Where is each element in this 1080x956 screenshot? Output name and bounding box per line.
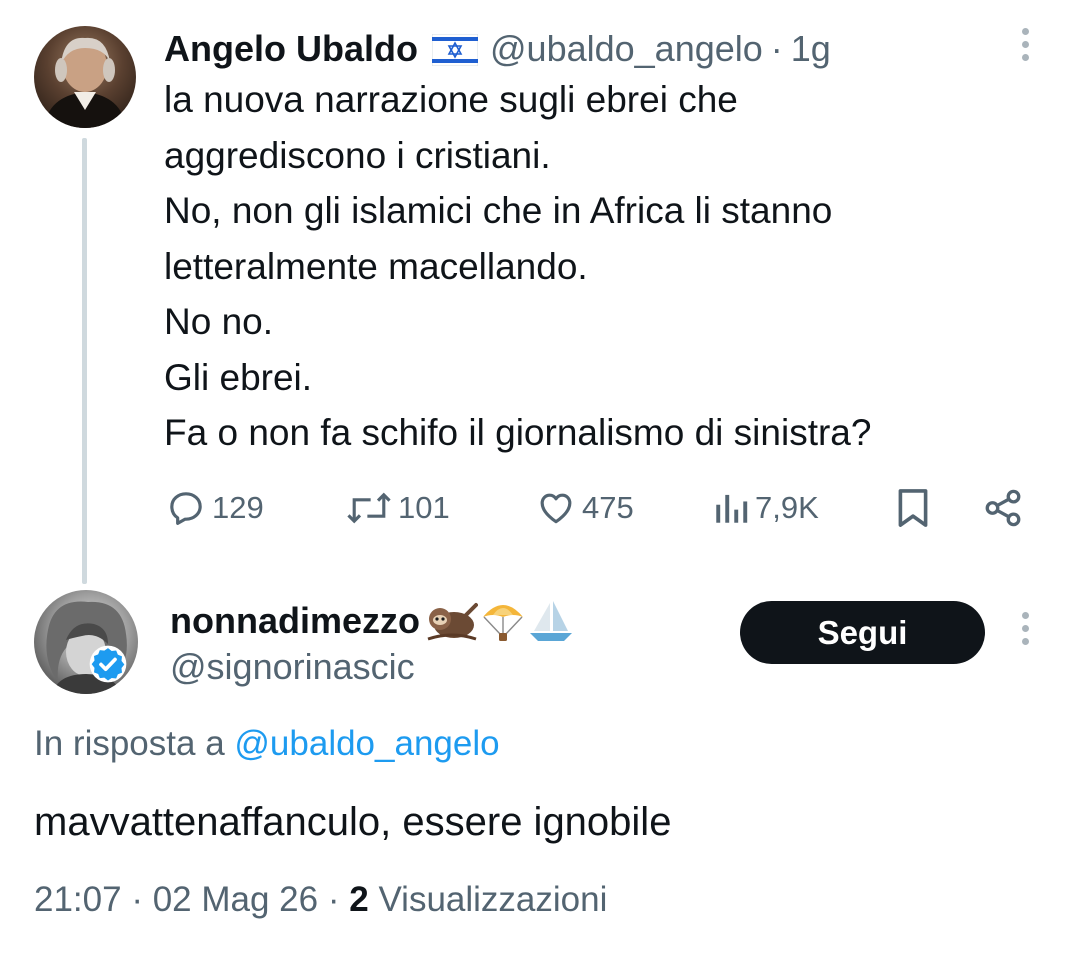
name-emojis <box>426 599 574 643</box>
reply-context: In risposta a @ubaldo_angelo <box>34 724 500 764</box>
follow-button[interactable]: Segui <box>740 601 985 664</box>
avatar[interactable] <box>34 26 136 128</box>
tweet-text-line: aggrediscono i cristiani. <box>164 134 551 176</box>
tweet-text-line: No no. <box>164 301 274 342</box>
views-label: Visualizzazioni <box>378 880 608 919</box>
reply-count: 129 <box>212 490 264 525</box>
tweet-text-line: Gli ebrei. <box>164 356 313 398</box>
sailboat-icon <box>530 601 572 641</box>
tweet-text-line: Fa o non fa schifo il giornalismo di sin… <box>164 412 872 453</box>
share-icon <box>985 489 1021 527</box>
sloth-icon <box>427 603 478 641</box>
verified-badge-icon <box>88 644 128 684</box>
parachute-icon <box>483 605 523 641</box>
tweet-text: la nuova narrazione sugli ebrei che aggre… <box>164 72 1044 461</box>
like-button[interactable]: 475 <box>536 485 634 531</box>
more-options-icon[interactable] <box>1013 28 1037 68</box>
author-handle[interactable]: @ubaldo_angelo <box>490 28 763 70</box>
separator-dot: · <box>131 880 143 919</box>
retweet-button[interactable]: 101 <box>346 485 450 531</box>
thread-line <box>82 138 87 584</box>
bookmark-icon <box>898 489 928 527</box>
tweet-text-line: la nuova narrazione sugli ebrei che <box>164 79 738 120</box>
tweet-date[interactable]: 02 Mag 26 <box>153 880 318 919</box>
author-handle[interactable]: @signorinascic <box>170 646 415 688</box>
separator-dot: · <box>770 28 783 69</box>
views-icon <box>716 494 748 523</box>
separator-dot: · <box>327 880 340 919</box>
views-count: 7,9K <box>755 490 819 525</box>
retweet-icon <box>347 492 391 524</box>
author-name[interactable]: Angelo Ubaldo <box>164 28 418 70</box>
tweet-header: Angelo Ubaldo @ubaldo_angelo · 1g <box>164 24 831 74</box>
reply-icon <box>170 492 202 525</box>
reply-button[interactable]: 129 <box>166 485 264 531</box>
like-count: 475 <box>582 490 634 525</box>
views-count: 2 <box>349 880 369 919</box>
tweet-time[interactable]: 1g <box>791 28 831 70</box>
share-button[interactable] <box>982 485 1024 531</box>
bookmark-button[interactable] <box>895 485 931 531</box>
tweet-time[interactable]: 21:07 <box>34 880 122 919</box>
more-options-icon[interactable] <box>1013 612 1037 652</box>
reply-mention-link[interactable]: @ubaldo_angelo <box>234 724 499 763</box>
author-name[interactable]: nonnadimezzo <box>170 600 420 642</box>
views-button[interactable]: 7,9K <box>713 485 819 531</box>
portrait-image <box>44 37 126 128</box>
israel-flag-icon <box>431 33 479 67</box>
tweet-text-line: No, non gli islamici che in Africa li st… <box>164 190 833 231</box>
reply-text: mavvattenaffanculo, essere ignobile <box>34 800 672 844</box>
tweet-text-line: letteralmente macellando. <box>164 245 588 287</box>
reply-prefix: In risposta a <box>34 724 225 763</box>
reply-author-name-row: nonnadimezzo <box>170 598 574 644</box>
tweet-meta: 21:07 · 02 Mag 26 · 2 Visualizzazioni <box>34 880 607 920</box>
heart-icon <box>540 493 572 524</box>
retweet-count: 101 <box>398 490 450 525</box>
